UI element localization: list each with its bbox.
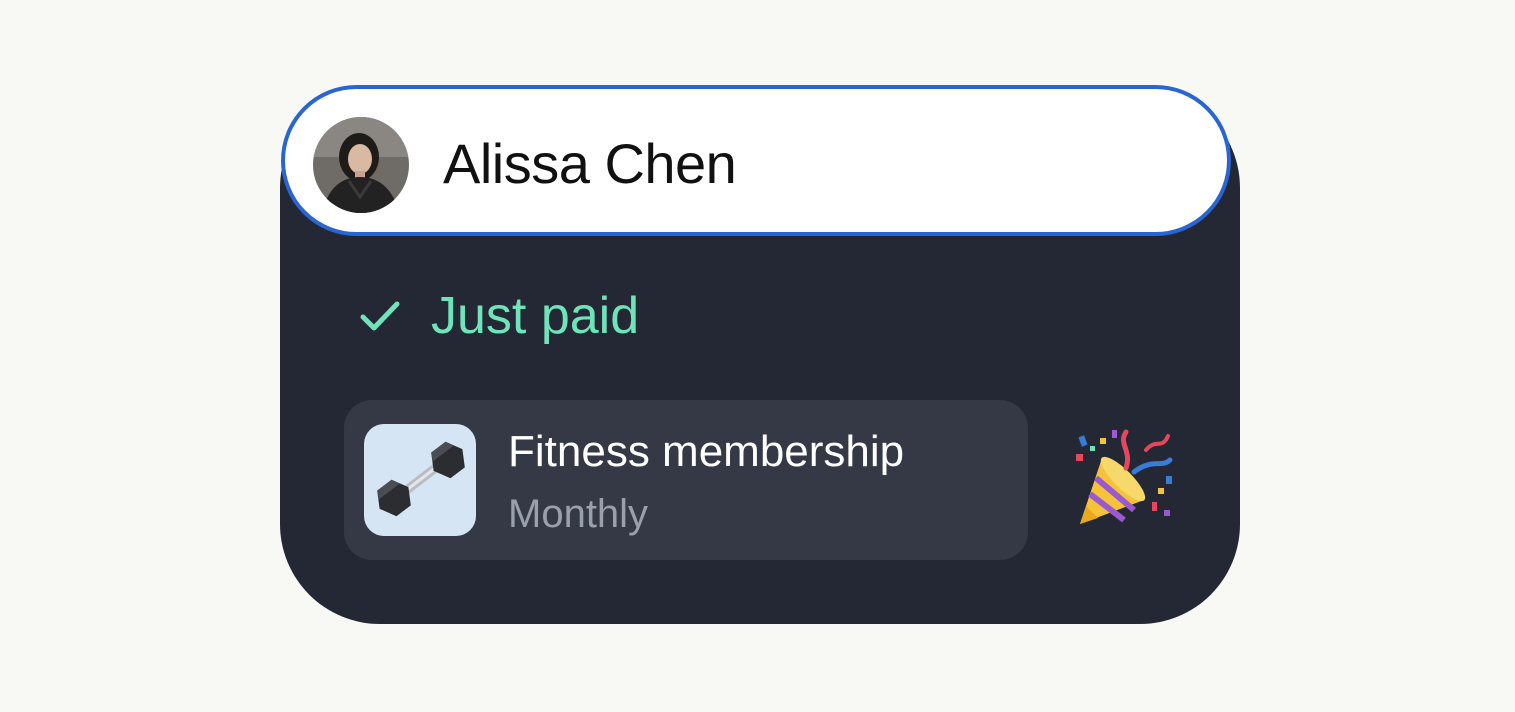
check-icon xyxy=(360,301,400,331)
membership-thumbnail xyxy=(364,424,476,536)
item-subtitle: Monthly xyxy=(508,492,649,536)
user-name: Alissa Chen xyxy=(443,132,737,195)
party-popper-icon xyxy=(1072,428,1174,530)
avatar xyxy=(313,117,409,213)
user-header[interactable]: Alissa Chen xyxy=(281,85,1231,236)
dumbbell-icon xyxy=(377,441,465,517)
status-label: Just paid xyxy=(431,287,640,345)
membership-item[interactable]: Fitness membership Monthly xyxy=(344,400,1028,560)
user-photo-icon xyxy=(313,117,409,213)
payment-status: Just paid xyxy=(358,285,639,347)
item-title: Fitness membership xyxy=(508,427,905,476)
